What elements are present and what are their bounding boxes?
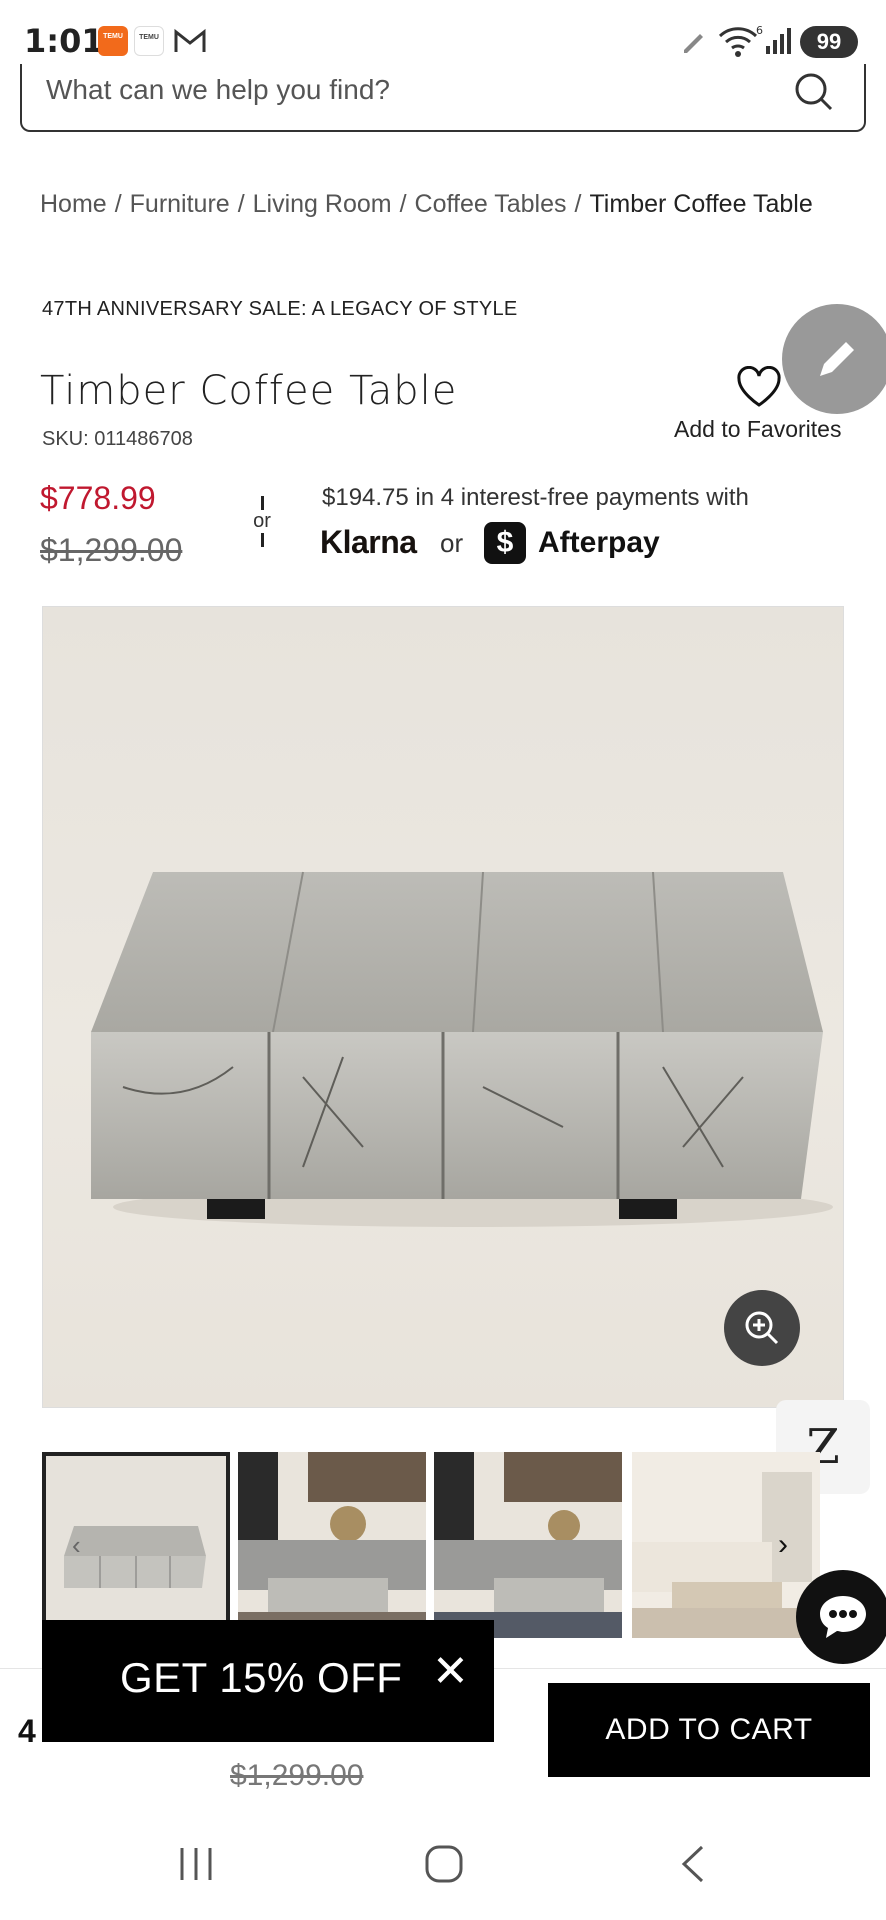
thumbnail-prev-arrow[interactable]: ‹	[72, 1530, 81, 1561]
thumbnail-3[interactable]	[434, 1452, 622, 1638]
sticky-sale-price: 4	[18, 1713, 36, 1749]
price-or-divider: or	[250, 496, 274, 547]
search-placeholder: What can we help you find?	[46, 74, 390, 105]
zoom-in-icon	[745, 1311, 779, 1345]
thumbnail-2[interactable]	[238, 1452, 426, 1638]
product-sku: SKU: 011486708	[42, 428, 193, 450]
status-time: 1:01	[24, 22, 104, 60]
breadcrumb-current: Timber Coffee Table	[589, 190, 813, 218]
discount-popup[interactable]: GET 15% OFF ✕	[42, 1620, 494, 1742]
sale-price: $778.99	[40, 480, 156, 516]
add-to-cart-button[interactable]: ADD TO CART	[548, 1683, 870, 1777]
pencil-icon	[820, 342, 854, 376]
afterpay-logo[interactable]: Afterpay	[538, 526, 660, 560]
chat-icon	[820, 1596, 866, 1638]
edit-floating-button[interactable]	[782, 304, 886, 414]
discount-text[interactable]: GET 15% OFF	[120, 1654, 402, 1702]
thumbnail-4[interactable]	[632, 1452, 820, 1638]
back-icon[interactable]	[678, 1844, 708, 1889]
original-price: $1,299.00	[40, 532, 183, 568]
chat-button[interactable]	[796, 1570, 886, 1664]
sale-banner[interactable]: 47TH ANNIVERSARY SALE: A LEGACY OF STYLE	[42, 298, 518, 321]
breadcrumb-home[interactable]: Home	[40, 190, 107, 218]
gmail-icon	[174, 28, 206, 59]
home-icon[interactable]	[424, 1844, 464, 1889]
thumbnail-1[interactable]	[42, 1452, 230, 1638]
heart-icon[interactable]	[736, 365, 782, 413]
signal-icon	[764, 26, 794, 61]
sticky-original-price: $1,299.00	[230, 1759, 364, 1792]
system-nav-bar	[0, 1800, 886, 1920]
breadcrumb-coffee-tables[interactable]: Coffee Tables	[415, 190, 567, 218]
search-icon[interactable]	[792, 70, 836, 119]
klarna-logo[interactable]: Klarna	[320, 524, 417, 561]
close-icon[interactable]: ✕	[432, 1646, 469, 1697]
product-main-image[interactable]	[42, 606, 844, 1408]
wifi-icon: 6	[718, 24, 764, 63]
breadcrumb-furniture[interactable]: Furniture	[130, 190, 230, 218]
payment-or: or	[440, 528, 464, 558]
coffee-table-illustration	[91, 871, 833, 1227]
breadcrumb: Home / Furniture / Living Room / Coffee Tables…	[40, 190, 813, 218]
add-to-favorites-label[interactable]: Add to Favorites	[674, 416, 841, 443]
svg-text:6: 6	[756, 24, 763, 37]
recents-icon[interactable]	[176, 1846, 216, 1887]
battery-indicator: 99	[800, 26, 858, 58]
temu-app-icon: TEMU	[98, 26, 128, 56]
thumbnail-next-arrow[interactable]: ›	[778, 1528, 788, 1562]
zoom-button[interactable]	[724, 1290, 800, 1366]
search-input[interactable]: What can we help you find?	[20, 64, 866, 132]
installment-text: $194.75 in 4 interest-free payments with	[322, 484, 749, 511]
afterpay-icon[interactable]: $	[484, 522, 526, 564]
thumbnail-gallery: ‹ ›	[42, 1452, 886, 1638]
product-title: Timber Coffee Table	[40, 368, 458, 414]
pen-status-icon	[680, 28, 706, 59]
breadcrumb-living-room[interactable]: Living Room	[253, 190, 392, 218]
temu-app-icon-secondary: TEMU	[134, 26, 164, 56]
